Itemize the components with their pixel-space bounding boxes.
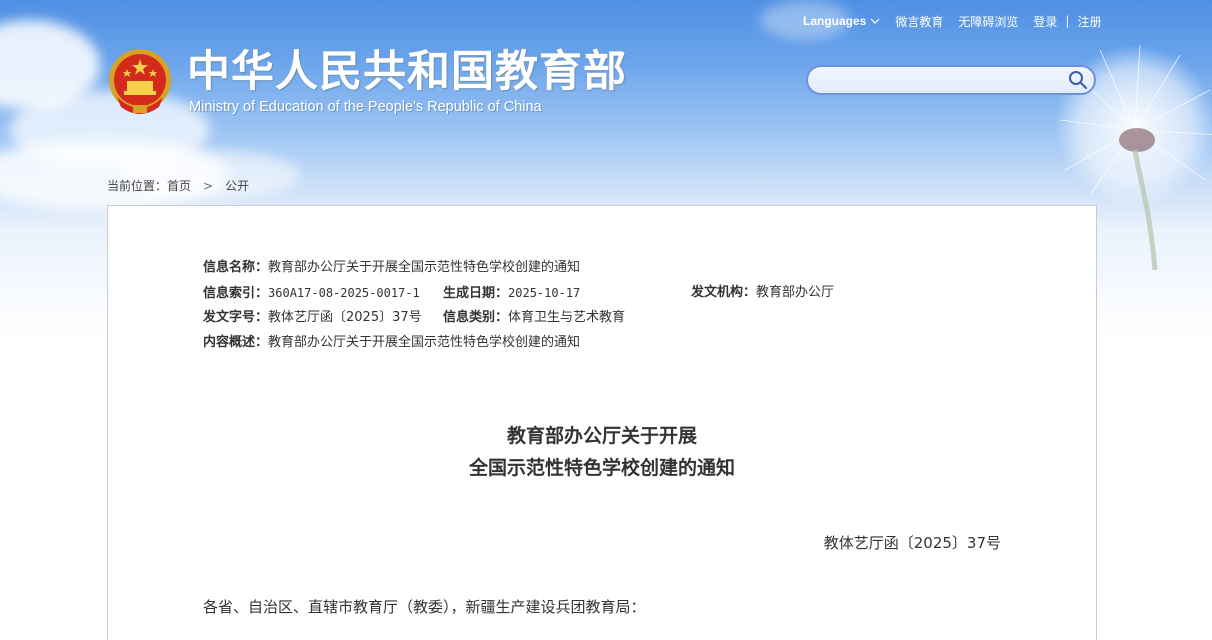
meta-summary-label: 内容概述： [203,335,269,350]
page: 中华人民共和国教育部 Ministry of Education of the … [0,0,1212,640]
meta-row-index: 信息索引：360A17-08-2025-0017-1 生成日期：2025-10-… [203,283,834,308]
weibo-link[interactable]: 微言教育 [895,13,943,30]
site-subtitle: Ministry of Education of the People's Re… [189,99,542,115]
meta-docno-value: 教体艺厅函〔2025〕37号 [268,310,422,325]
national-emblem-icon [109,49,171,114]
meta-date-value: 2025-10-17 [508,286,581,300]
breadcrumb-home-link[interactable]: 首页 [167,177,191,194]
top-navigation: Languages 微言教育 无障碍浏览 登录 | 注册 [803,12,1101,30]
meta-row-summary: 内容概述：教育部办公厅关于开展全国示范性特色学校创建的通知 [203,333,580,358]
search-input[interactable] [820,71,1064,91]
document-title-line-1: 教育部办公厅关于开展 [506,425,697,447]
document-title: 教育部办公厅关于开展 全国示范性特色学校创建的通知 [108,420,1096,484]
article-card: 信息名称：教育部办公厅关于开展全国示范性特色学校创建的通知 信息索引：360A1… [107,205,1097,640]
breadcrumb: 当前位置： 首页 > 公开 [107,177,249,194]
document-metadata: 信息名称：教育部办公厅关于开展全国示范性特色学校创建的通知 信息索引：360A1… [203,258,834,358]
meta-index-label: 信息索引： [203,286,269,301]
meta-org-label: 发文机构： [691,285,757,300]
login-link[interactable]: 登录 [1033,13,1057,30]
breadcrumb-current-link[interactable]: 公开 [225,177,249,194]
search-icon[interactable] [1068,70,1088,90]
meta-index-value: 360A17-08-2025-0017-1 [268,286,420,300]
meta-docno-label: 发文字号： [203,310,269,325]
site-title[interactable]: 中华人民共和国教育部 [187,46,627,98]
breadcrumb-arrow-icon: > [203,178,214,193]
meta-category-label: 信息类别： [443,310,509,325]
accessible-browsing-link[interactable]: 无障碍浏览 [958,13,1018,30]
register-link[interactable]: 注册 [1077,13,1101,30]
meta-org-value: 教育部办公厅 [756,285,835,300]
meta-date-label: 生成日期： [443,286,509,301]
document-title-line-2: 全国示范性特色学校创建的通知 [468,457,735,479]
document-number: 教体艺厅函〔2025〕37号 [823,534,1001,552]
meta-name-label: 信息名称： [203,260,269,275]
meta-row-name: 信息名称：教育部办公厅关于开展全国示范性特色学校创建的通知 [203,258,580,283]
languages-dropdown[interactable]: Languages [803,14,880,28]
nav-separator: | [1065,14,1070,28]
meta-category-value: 体育卫生与艺术教育 [508,310,626,325]
document-salutation: 各省、自治区、直辖市教育厅（教委），新疆生产建设兵团教育局： [203,598,646,616]
meta-name-value: 教育部办公厅关于开展全国示范性特色学校创建的通知 [268,260,581,275]
breadcrumb-prefix: 当前位置： [107,179,168,193]
meta-row-docno: 发文字号：教体艺厅函〔2025〕37号 信息类别：体育卫生与艺术教育 [203,308,625,333]
languages-label: Languages [803,14,867,28]
search-box [806,65,1096,95]
meta-summary-value: 教育部办公厅关于开展全国示范性特色学校创建的通知 [268,335,581,350]
chevron-down-icon [870,18,880,24]
